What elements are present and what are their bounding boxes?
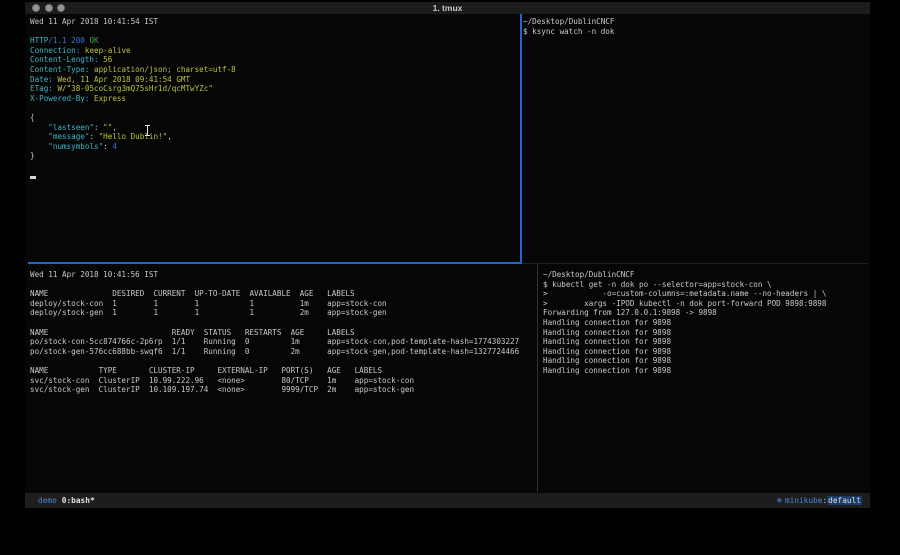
timestamp-line: Wed 11 Apr 2018 10:41:56 IST xyxy=(30,270,535,280)
http-protocol: HTTP xyxy=(30,36,48,45)
command-line: $ kubectl get -n dok po --selector=app=s… xyxy=(543,280,868,290)
output-line: Handling connection for 9898 xyxy=(543,337,868,347)
kubernetes-icon: ☸ xyxy=(777,496,782,505)
json-brace-open: { xyxy=(30,113,518,123)
pane-divider-vertical-bottom[interactable] xyxy=(537,264,538,492)
close-button[interactable] xyxy=(32,4,40,12)
http-header: Connection:keep-alive xyxy=(30,46,518,56)
cwd-line: ~/Desktop/DublinCNCF xyxy=(543,270,868,280)
http-version-status: /1.1 200 xyxy=(48,36,85,45)
timestamp-line: Wed 11 Apr 2018 10:41:54 IST xyxy=(30,17,518,27)
status-left: demo 0:bash* xyxy=(38,496,95,505)
minimize-button[interactable] xyxy=(45,4,53,12)
window-flag[interactable]: 0:bash* xyxy=(62,496,95,505)
output-line: Forwarding from 127.0.0.1:9898 -> 9898 xyxy=(543,308,868,318)
pane-http-response[interactable]: Wed 11 Apr 2018 10:41:54 IST HTTP/1.1 20… xyxy=(30,17,518,180)
json-entry: "message": "Hello Dublin!", xyxy=(30,132,518,142)
mouse-ibeam-cursor xyxy=(144,125,151,136)
pane-ksync[interactable]: ~/Desktop/DublinCNCF $ ksync watch -n do… xyxy=(523,17,863,36)
http-header: ETag:W/"38-05coCsrg3mQ75sHr1d/qcMTwYZc" xyxy=(30,84,518,94)
deploy-table-row: deploy/stock-gen 1 1 1 1 2m app=stock-ge… xyxy=(30,308,535,318)
tmux-status-bar: demo 0:bash* ☸ minikube : default xyxy=(25,493,870,508)
svc-table-row: svc/stock-con ClusterIP 10.99.222.96 <no… xyxy=(30,376,535,386)
output-line: Handling connection for 9898 xyxy=(543,366,868,376)
command-continuation: > -o=custom-columns=:metadata.name --no-… xyxy=(543,289,868,299)
pane-divider-horizontal-active[interactable] xyxy=(28,262,522,264)
http-header: Content-Type:application/json; charset=u… xyxy=(30,65,518,75)
http-header: Date:Wed, 11 Apr 2018 09:41:54 GMT xyxy=(30,75,518,85)
terminal-window: 1. tmux Wed 11 Apr 2018 10:41:54 IST HTT… xyxy=(25,2,870,508)
deploy-table-row: deploy/stock-con 1 1 1 1 1m app=stock-co… xyxy=(30,299,535,309)
kube-status: ☸ minikube : default xyxy=(777,496,862,505)
output-line: Handling connection for 9898 xyxy=(543,318,868,328)
window-title: 1. tmux xyxy=(25,2,870,14)
svc-table-header: NAME TYPE CLUSTER-IP EXTERNAL-IP PORT(S)… xyxy=(30,366,535,376)
desktop: 1. tmux Wed 11 Apr 2018 10:41:54 IST HTT… xyxy=(0,0,900,555)
json-entry: "numsymbols": 4 xyxy=(30,142,518,152)
pane-divider-horizontal-right[interactable] xyxy=(522,263,868,264)
session-name: demo xyxy=(38,496,57,505)
output-line: Handling connection for 9898 xyxy=(543,347,868,357)
http-header: Content-Length:56 xyxy=(30,55,518,65)
traffic-lights xyxy=(32,4,65,12)
deploy-table-header: NAME DESIRED CURRENT UP-TO-DATE AVAILABL… xyxy=(30,289,535,299)
svc-table-row: svc/stock-gen ClusterIP 10.109.197.74 <n… xyxy=(30,385,535,395)
pane-port-forward[interactable]: ~/Desktop/DublinCNCF $ kubectl get -n do… xyxy=(543,270,868,376)
pod-table-row: po/stock-gen-576cc688bb-swqf6 1/1 Runnin… xyxy=(30,347,535,357)
command-line: $ ksync watch -n dok xyxy=(523,27,863,37)
command-continuation: > xargs -IPOD kubectl -n dok port-forwar… xyxy=(543,299,868,309)
http-header: X-Powered-By:Express xyxy=(30,94,518,104)
zoom-button[interactable] xyxy=(57,4,65,12)
json-brace-close: } xyxy=(30,151,518,161)
http-status-line: HTTP/1.1 200 OK xyxy=(30,36,518,46)
pane-divider-vertical-active[interactable] xyxy=(520,14,522,263)
terminal-cursor xyxy=(30,176,36,179)
kube-context: minikube xyxy=(785,496,823,505)
pod-table-header: NAME READY STATUS RESTARTS AGE LABELS xyxy=(30,328,535,338)
pane-kubectl-get[interactable]: Wed 11 Apr 2018 10:41:56 IST NAME DESIRE… xyxy=(30,270,535,395)
titlebar[interactable]: 1. tmux xyxy=(25,2,870,14)
tmux-content: Wed 11 Apr 2018 10:41:54 IST HTTP/1.1 20… xyxy=(25,14,870,493)
output-line: Handling connection for 9898 xyxy=(543,356,868,366)
json-entry: "lastseen": "", xyxy=(30,123,518,133)
kube-namespace: default xyxy=(827,496,862,505)
output-line: Handling connection for 9898 xyxy=(543,328,868,338)
http-reason: OK xyxy=(89,36,98,45)
cwd-line: ~/Desktop/DublinCNCF xyxy=(523,17,863,27)
pod-table-row: po/stock-con-5cc874766c-2p6rp 1/1 Runnin… xyxy=(30,337,535,347)
